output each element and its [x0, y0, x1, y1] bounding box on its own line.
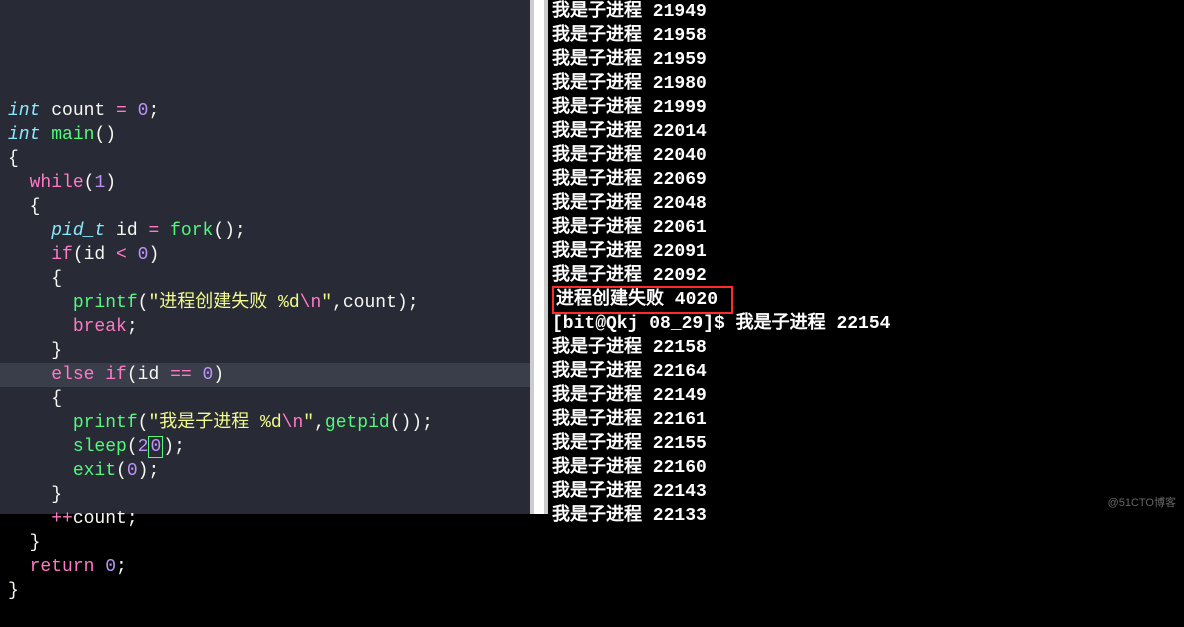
- terminal-line: 我是子进程 22040: [552, 144, 1180, 168]
- terminal-line: 我是子进程 22091: [552, 240, 1180, 264]
- terminal-prompt-line[interactable]: [bit@Qkj 08_29]$ 我是子进程 22154: [552, 312, 1180, 336]
- kw-if: if: [51, 245, 73, 265]
- kw-break: break: [73, 317, 127, 337]
- cursor: 0: [148, 436, 163, 458]
- fn-printf: printf: [73, 293, 138, 313]
- terminal-line: 我是子进程 22069: [552, 168, 1180, 192]
- brace: {: [51, 269, 62, 289]
- pane-divider[interactable]: [530, 0, 548, 514]
- kw-return: return: [30, 557, 95, 577]
- terminal-fail-line: 进程创建失败 4020: [552, 288, 1180, 312]
- kw-while: while: [30, 173, 84, 193]
- watermark: @51CTO博客: [1108, 494, 1176, 510]
- terminal-line: 我是子进程 22160: [552, 456, 1180, 480]
- type-pid_t: pid_t: [51, 221, 105, 241]
- terminal-line: 我是子进程 22158: [552, 336, 1180, 360]
- code-content: int count = 0; int main() { while(1) { p…: [8, 75, 522, 603]
- terminal-line: 我是子进程 22164: [552, 360, 1180, 384]
- brace: {: [51, 389, 62, 409]
- brace: {: [8, 149, 19, 169]
- terminal-pane[interactable]: 我是子进程 21949我是子进程 21958我是子进程 21959我是子进程 2…: [548, 0, 1184, 514]
- fn-fork: fork: [170, 221, 213, 241]
- terminal-line: 我是子进程 21980: [552, 72, 1180, 96]
- terminal-output: 我是子进程 21949我是子进程 21958我是子进程 21959我是子进程 2…: [552, 0, 1180, 528]
- terminal-line: 我是子进程 22092: [552, 264, 1180, 288]
- op-assign: =: [116, 101, 127, 121]
- kw-int: int: [8, 101, 40, 121]
- brace: }: [30, 533, 41, 553]
- brace: }: [51, 485, 62, 505]
- terminal-line: 我是子进程 22155: [552, 432, 1180, 456]
- op-inc: ++: [51, 509, 73, 529]
- terminal-line: 我是子进程 22133: [552, 504, 1180, 528]
- brace: {: [30, 197, 41, 217]
- fn-main: main: [51, 125, 94, 145]
- shell-prompt: [bit@Qkj 08_29]$: [552, 314, 736, 334]
- paren: (): [94, 125, 116, 145]
- var-id: id: [116, 221, 138, 241]
- terminal-line: 我是子进程 22014: [552, 120, 1180, 144]
- semi: ;: [148, 101, 159, 121]
- terminal-line: 我是子进程 21958: [552, 24, 1180, 48]
- fn-exit: exit: [73, 461, 116, 481]
- num-0: 0: [138, 101, 149, 121]
- var-count: count: [51, 101, 105, 121]
- kw-else-if: else if: [51, 365, 127, 385]
- terminal-line: 我是子进程 22061: [552, 216, 1180, 240]
- fn-sleep: sleep: [73, 437, 127, 457]
- code-editor-pane[interactable]: int count = 0; int main() { while(1) { p…: [0, 0, 530, 514]
- terminal-line: 我是子进程 21999: [552, 96, 1180, 120]
- terminal-line: 我是子进程 22143: [552, 480, 1180, 504]
- brace: }: [51, 341, 62, 361]
- highlight-box: 进程创建失败 4020: [552, 286, 733, 314]
- brace: }: [8, 581, 19, 601]
- terminal-line: 我是子进程 22149: [552, 384, 1180, 408]
- terminal-line: 我是子进程 21949: [552, 0, 1180, 24]
- kw-int: int: [8, 125, 40, 145]
- fn-getpid: getpid: [325, 413, 390, 433]
- terminal-line: 我是子进程 22161: [552, 408, 1180, 432]
- terminal-line: 我是子进程 22048: [552, 192, 1180, 216]
- terminal-line: 我是子进程 21959: [552, 48, 1180, 72]
- fn-printf: printf: [73, 413, 138, 433]
